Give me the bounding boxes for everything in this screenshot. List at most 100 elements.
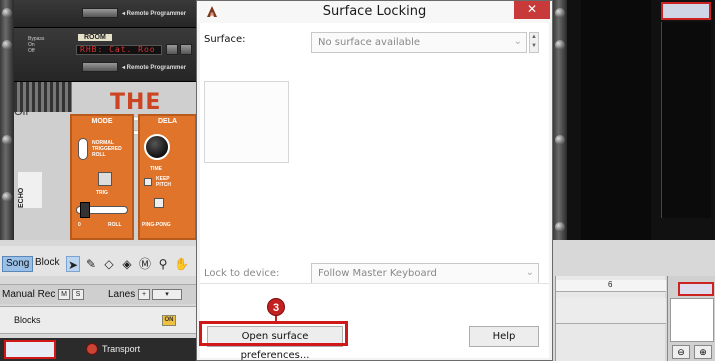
time-knob[interactable]: [144, 134, 170, 160]
surface-locking-dialog: Surface Locking ✕ Surface: No surface av…: [196, 0, 553, 361]
remote-programmer-slot[interactable]: [82, 62, 118, 72]
mode-header: MODE: [91, 118, 113, 125]
sequencer-toolbar: Song Block ➤ ✎ ◇ ◈ Ⓜ ⚲ ✋: [0, 246, 200, 276]
patch-next-button[interactable]: [180, 44, 192, 55]
echo-delay-panel: DELA TIME KEEP PITCH PING-PONG: [138, 114, 197, 240]
rack-overview-panel: [661, 22, 711, 218]
brand-the: THE: [110, 90, 162, 115]
mode-switch[interactable]: [78, 138, 88, 160]
transport-icon: [86, 343, 98, 355]
arrow-tool-icon[interactable]: ➤: [66, 256, 80, 272]
surface-select[interactable]: No surface available ⌄: [311, 32, 527, 53]
blocks-track-row[interactable]: Blocks ON: [0, 306, 200, 334]
hand-tool-icon[interactable]: ✋: [174, 256, 189, 272]
delay-header: DELA: [157, 118, 178, 125]
rack-empty-space: [581, 0, 651, 240]
transport-device-thumbnail[interactable]: [4, 340, 56, 359]
echo-side-text: ECHO: [18, 187, 25, 208]
roll-slider-handle[interactable]: [80, 202, 90, 218]
bypass-switch-label: Bypass On Off: [28, 36, 44, 54]
transport-label: Transport: [102, 344, 141, 354]
manual-rec-label: Manual Rec: [2, 289, 56, 300]
rack-overview-thumbnail[interactable]: [661, 2, 711, 20]
roll-zero-label: 0: [78, 222, 81, 228]
magnify-tool-icon[interactable]: ⚲: [156, 256, 170, 272]
song-overview[interactable]: ⊖ ⊕: [667, 276, 715, 361]
patch-lcd-display: RHB: Cat. Roo: [76, 45, 162, 55]
roll-label: ROLL: [108, 222, 122, 228]
keep-pitch-label: KEEP PITCH: [156, 176, 171, 188]
zoom-out-icon[interactable]: ⊖: [672, 345, 690, 359]
mute-button[interactable]: M: [58, 289, 70, 300]
track-header: Manual Rec M S Lanes + ▾: [0, 284, 200, 304]
overview-thumbnail[interactable]: [678, 282, 714, 296]
blocks-label: Blocks: [14, 315, 41, 325]
remote-programmer-label: ◂ Remote Programmer: [122, 11, 187, 17]
dialog-title: Surface Locking: [322, 4, 427, 19]
lane-menu-button[interactable]: ▾: [152, 289, 182, 300]
dialog-content: Surface: No surface available ⌄ ▲ ▼ Lock …: [200, 23, 549, 361]
rack-screw: [2, 40, 12, 50]
lock-to-device-select[interactable]: Follow Master Keyboard ⌄: [311, 263, 539, 284]
dialog-separator: [200, 283, 549, 284]
rack-screw: [555, 8, 565, 18]
lock-to-device-label: Lock to device:: [204, 268, 280, 279]
help-button[interactable]: Help: [469, 326, 539, 347]
rack-screw: [2, 8, 12, 18]
rack-unit-2[interactable]: Bypass On Off ROOM RHB: Cat. Roo ◂ Remot…: [14, 28, 197, 82]
mute-tool-icon[interactable]: Ⓜ: [138, 256, 152, 272]
rack-screw: [555, 222, 565, 232]
echo-mode-panel: MODE NORMAL TRIGGERED ROLL TRIG 0 ROLL: [70, 114, 134, 240]
zoom-in-icon[interactable]: ⊕: [694, 345, 712, 359]
right-rack-area: [553, 0, 715, 240]
pitch-text: PITCH: [156, 182, 171, 188]
dialog-titlebar[interactable]: Surface Locking ✕: [197, 1, 552, 23]
lock-to-device-value: Follow Master Keyboard: [318, 268, 437, 279]
surface-select-value: No surface available: [318, 37, 421, 48]
tab-song[interactable]: Song: [2, 256, 34, 272]
timeline-area[interactable]: 6: [555, 276, 666, 361]
surface-spinner[interactable]: ▲ ▼: [529, 32, 539, 53]
time-label: TIME: [150, 166, 162, 172]
close-button[interactable]: ✕: [514, 1, 550, 19]
patch-prev-button[interactable]: [166, 44, 178, 55]
remote-programmer-label: ◂ Remote Programmer: [122, 65, 187, 71]
pencil-tool-icon[interactable]: ✎: [84, 256, 98, 272]
rack-rail-right: [553, 0, 567, 240]
timeline-ruler[interactable]: 6: [556, 280, 666, 292]
mode-options: NORMAL TRIGGERED ROLL: [92, 140, 122, 158]
echo-side-label: ECHO: [18, 172, 42, 208]
solo-button[interactable]: S: [72, 289, 84, 300]
ping-pong-label: PING-PONG: [142, 222, 171, 228]
the-echo-device[interactable]: Bypass On Off THE ECH MODE NORMAL TRIGGE…: [14, 82, 197, 240]
trig-button[interactable]: [98, 172, 112, 186]
step-pointer-line: [275, 315, 277, 323]
device-vent: [14, 82, 72, 112]
rack-rail-left: [0, 0, 14, 240]
trig-label: TRIG: [96, 190, 108, 196]
chevron-down-icon: ⌄: [525, 267, 534, 278]
transport-track-row[interactable]: Transport: [0, 338, 200, 361]
tab-block[interactable]: Block: [32, 256, 62, 272]
remote-programmer-slot[interactable]: [82, 8, 118, 18]
rack-screw: [2, 192, 12, 202]
razor-tool-icon[interactable]: ◈: [120, 256, 134, 272]
rack-screw: [2, 135, 12, 145]
rack-screw: [555, 40, 565, 50]
lanes-label: Lanes: [108, 289, 136, 300]
tutorial-highlight-frame: [199, 321, 348, 346]
surface-preview-image: [204, 81, 289, 163]
blocks-on-button[interactable]: ON: [162, 315, 176, 326]
rack-unit-1[interactable]: ◂ Remote Programmer: [14, 0, 197, 28]
add-lane-button[interactable]: +: [138, 289, 150, 300]
mode-roll-label: ROLL: [92, 152, 106, 158]
keep-pitch-button[interactable]: [144, 178, 152, 186]
timeline-row[interactable]: [556, 298, 666, 324]
ping-pong-button[interactable]: [154, 198, 164, 208]
ruler-mark: 6: [608, 280, 613, 289]
chevron-down-icon: ⌄: [513, 36, 522, 47]
patch-name-label: ROOM: [78, 34, 112, 41]
off-text: Off: [28, 48, 35, 54]
overview-navigator[interactable]: [670, 298, 714, 342]
eraser-tool-icon[interactable]: ◇: [102, 256, 116, 272]
